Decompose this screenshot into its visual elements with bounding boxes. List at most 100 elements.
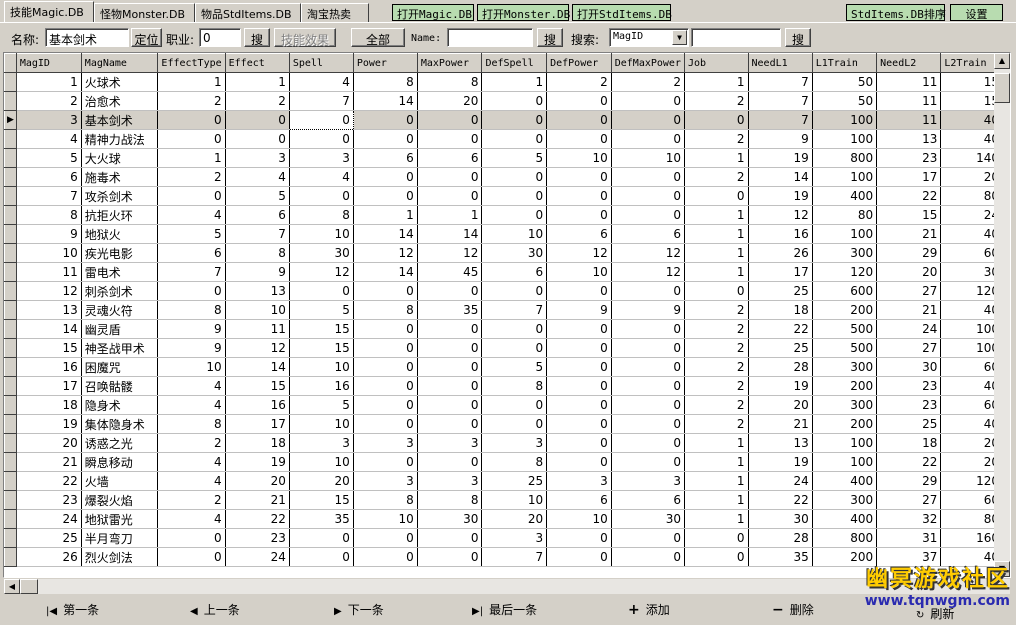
cell-needl2[interactable]: 11 (876, 91, 942, 111)
cell-defpower[interactable]: 0 (546, 319, 612, 339)
cell-magid[interactable]: 3 (16, 110, 82, 130)
cell-l1train[interactable]: 300 (812, 243, 878, 263)
cell-maxpower[interactable]: 0 (417, 338, 483, 358)
cell-magid[interactable]: 14 (16, 319, 82, 339)
cell-l1train[interactable]: 100 (812, 433, 878, 453)
cell-l1train[interactable]: 400 (812, 471, 878, 491)
row-indicator[interactable] (4, 490, 17, 510)
delete-record-button[interactable]: − 删除 (772, 601, 814, 621)
cell-defspell[interactable]: 0 (481, 167, 548, 187)
cell-maxpower[interactable]: 0 (417, 395, 483, 415)
table-row[interactable]: 21 瞬息移动 4 19 10 0 0 8 0 0 1 19 100 22 20 (4, 452, 1010, 472)
row-indicator[interactable] (4, 281, 17, 301)
cell-defmaxpower[interactable]: 0 (611, 205, 685, 225)
cell-l1train[interactable]: 120 (812, 262, 878, 282)
cell-defpower[interactable]: 0 (546, 414, 612, 434)
table-row[interactable]: 19 集体隐身术 8 17 10 0 0 0 0 0 2 21 200 25 40 (4, 414, 1010, 434)
cell-needl1[interactable]: 16 (748, 224, 813, 244)
cell-effect[interactable]: 22 (225, 509, 290, 529)
cell-job[interactable]: 1 (684, 490, 749, 510)
cell-effecttype[interactable]: 1 (157, 72, 226, 92)
cell-l1train[interactable]: 100 (812, 167, 878, 187)
cell-spell[interactable]: 4 (289, 72, 354, 92)
cell-power[interactable]: 0 (353, 167, 418, 187)
cell-spell[interactable]: 20 (289, 471, 354, 491)
open-monster-button[interactable]: 打开Monster.DB (477, 4, 570, 21)
cell-maxpower[interactable]: 3 (417, 471, 483, 491)
cell-magid[interactable]: 10 (16, 243, 82, 263)
cell-power[interactable]: 0 (353, 110, 418, 130)
cell-spell[interactable]: 30 (289, 243, 354, 263)
open-magic-button[interactable]: 打开Magic.DB (392, 4, 474, 21)
add-record-button[interactable]: + 添加 (628, 601, 670, 621)
cell-magid[interactable]: 17 (16, 376, 82, 396)
cell-defpower[interactable]: 12 (546, 243, 612, 263)
cell-magname[interactable]: 施毒术 (81, 167, 159, 187)
cell-magid[interactable]: 22 (16, 471, 82, 491)
cell-magid[interactable]: 8 (16, 205, 82, 225)
cell-maxpower[interactable]: 3 (417, 433, 483, 453)
cell-defspell[interactable]: 7 (481, 547, 548, 567)
cell-needl2[interactable]: 11 (876, 72, 942, 92)
row-indicator[interactable] (4, 300, 17, 320)
column-header-l1train[interactable]: L1Train (811, 53, 878, 73)
cell-l1train[interactable]: 500 (812, 319, 878, 339)
scroll-thumb[interactable] (994, 73, 1010, 103)
cell-needl2[interactable]: 11 (876, 110, 942, 130)
cell-maxpower[interactable]: 0 (417, 319, 483, 339)
cell-defpower[interactable]: 3 (546, 471, 612, 491)
cell-effecttype[interactable]: 4 (157, 376, 226, 396)
row-indicator[interactable] (4, 471, 17, 491)
cell-defspell[interactable]: 1 (481, 72, 548, 92)
cell-magid[interactable]: 1 (16, 72, 82, 92)
cell-power[interactable]: 0 (353, 547, 418, 567)
cell-power[interactable]: 0 (353, 414, 418, 434)
cell-spell[interactable]: 15 (289, 319, 354, 339)
cell-power[interactable]: 0 (353, 395, 418, 415)
table-row[interactable]: 6 施毒术 2 4 4 0 0 0 0 0 2 14 100 17 20 (4, 167, 1010, 187)
cell-defspell[interactable]: 7 (481, 300, 548, 320)
cell-power[interactable]: 6 (353, 148, 418, 168)
cell-maxpower[interactable]: 0 (417, 129, 483, 149)
cell-magname[interactable]: 基本剑术 (81, 110, 159, 130)
cell-magid[interactable]: 9 (16, 224, 82, 244)
table-row[interactable]: 7 攻杀剑术 0 5 0 0 0 0 0 0 0 19 400 22 80 (4, 186, 1010, 206)
table-row[interactable]: 8 抗拒火环 4 6 8 1 1 0 0 0 1 12 80 15 24 (4, 205, 1010, 225)
search-name-button[interactable]: 搜 (537, 28, 563, 47)
cell-effecttype[interactable]: 0 (157, 129, 226, 149)
cell-l1train[interactable]: 500 (812, 338, 878, 358)
row-indicator[interactable] (4, 338, 17, 358)
cell-needl2[interactable]: 23 (876, 376, 942, 396)
cell-defmaxpower[interactable]: 0 (611, 281, 685, 301)
column-header-needl1[interactable]: NeedL1 (747, 53, 813, 73)
cell-spell[interactable]: 0 (289, 186, 354, 206)
cell-needl2[interactable]: 29 (876, 243, 942, 263)
cell-effect[interactable]: 16 (225, 395, 290, 415)
cell-needl2[interactable]: 15 (876, 205, 942, 225)
row-indicator[interactable] (4, 395, 17, 415)
cell-job[interactable]: 2 (684, 129, 749, 149)
cell-needl1[interactable]: 35 (748, 547, 813, 567)
cell-maxpower[interactable]: 0 (417, 376, 483, 396)
cell-magname[interactable]: 困魔咒 (81, 357, 159, 377)
cell-l1train[interactable]: 80 (812, 205, 878, 225)
cell-defspell[interactable]: 8 (481, 376, 548, 396)
cell-power[interactable]: 0 (353, 129, 418, 149)
scroll-left-icon[interactable]: ◀ (4, 579, 20, 594)
cell-effect[interactable]: 24 (225, 547, 290, 567)
cell-magname[interactable]: 瞬息移动 (81, 452, 159, 472)
table-row[interactable]: 10 疾光电影 6 8 30 12 12 30 12 12 1 26 300 29 60 (4, 243, 1010, 263)
table-row[interactable]: ▶ 3 基本剑术 0 0 0 0 0 0 0 0 0 7 100 11 40 (4, 110, 1010, 130)
cell-defmaxpower[interactable]: 12 (611, 243, 685, 263)
cell-power[interactable]: 3 (353, 433, 418, 453)
cell-power[interactable]: 14 (353, 224, 418, 244)
cell-l1train[interactable]: 800 (812, 528, 878, 548)
cell-defmaxpower[interactable]: 0 (611, 338, 685, 358)
cell-needl2[interactable]: 27 (876, 281, 942, 301)
cell-magid[interactable]: 19 (16, 414, 82, 434)
horizontal-scrollbar[interactable]: ◀ (3, 578, 1011, 595)
cell-job[interactable]: 2 (684, 300, 749, 320)
cell-magname[interactable]: 火球术 (81, 72, 159, 92)
cell-maxpower[interactable]: 45 (417, 262, 483, 282)
cell-power[interactable]: 3 (353, 471, 418, 491)
